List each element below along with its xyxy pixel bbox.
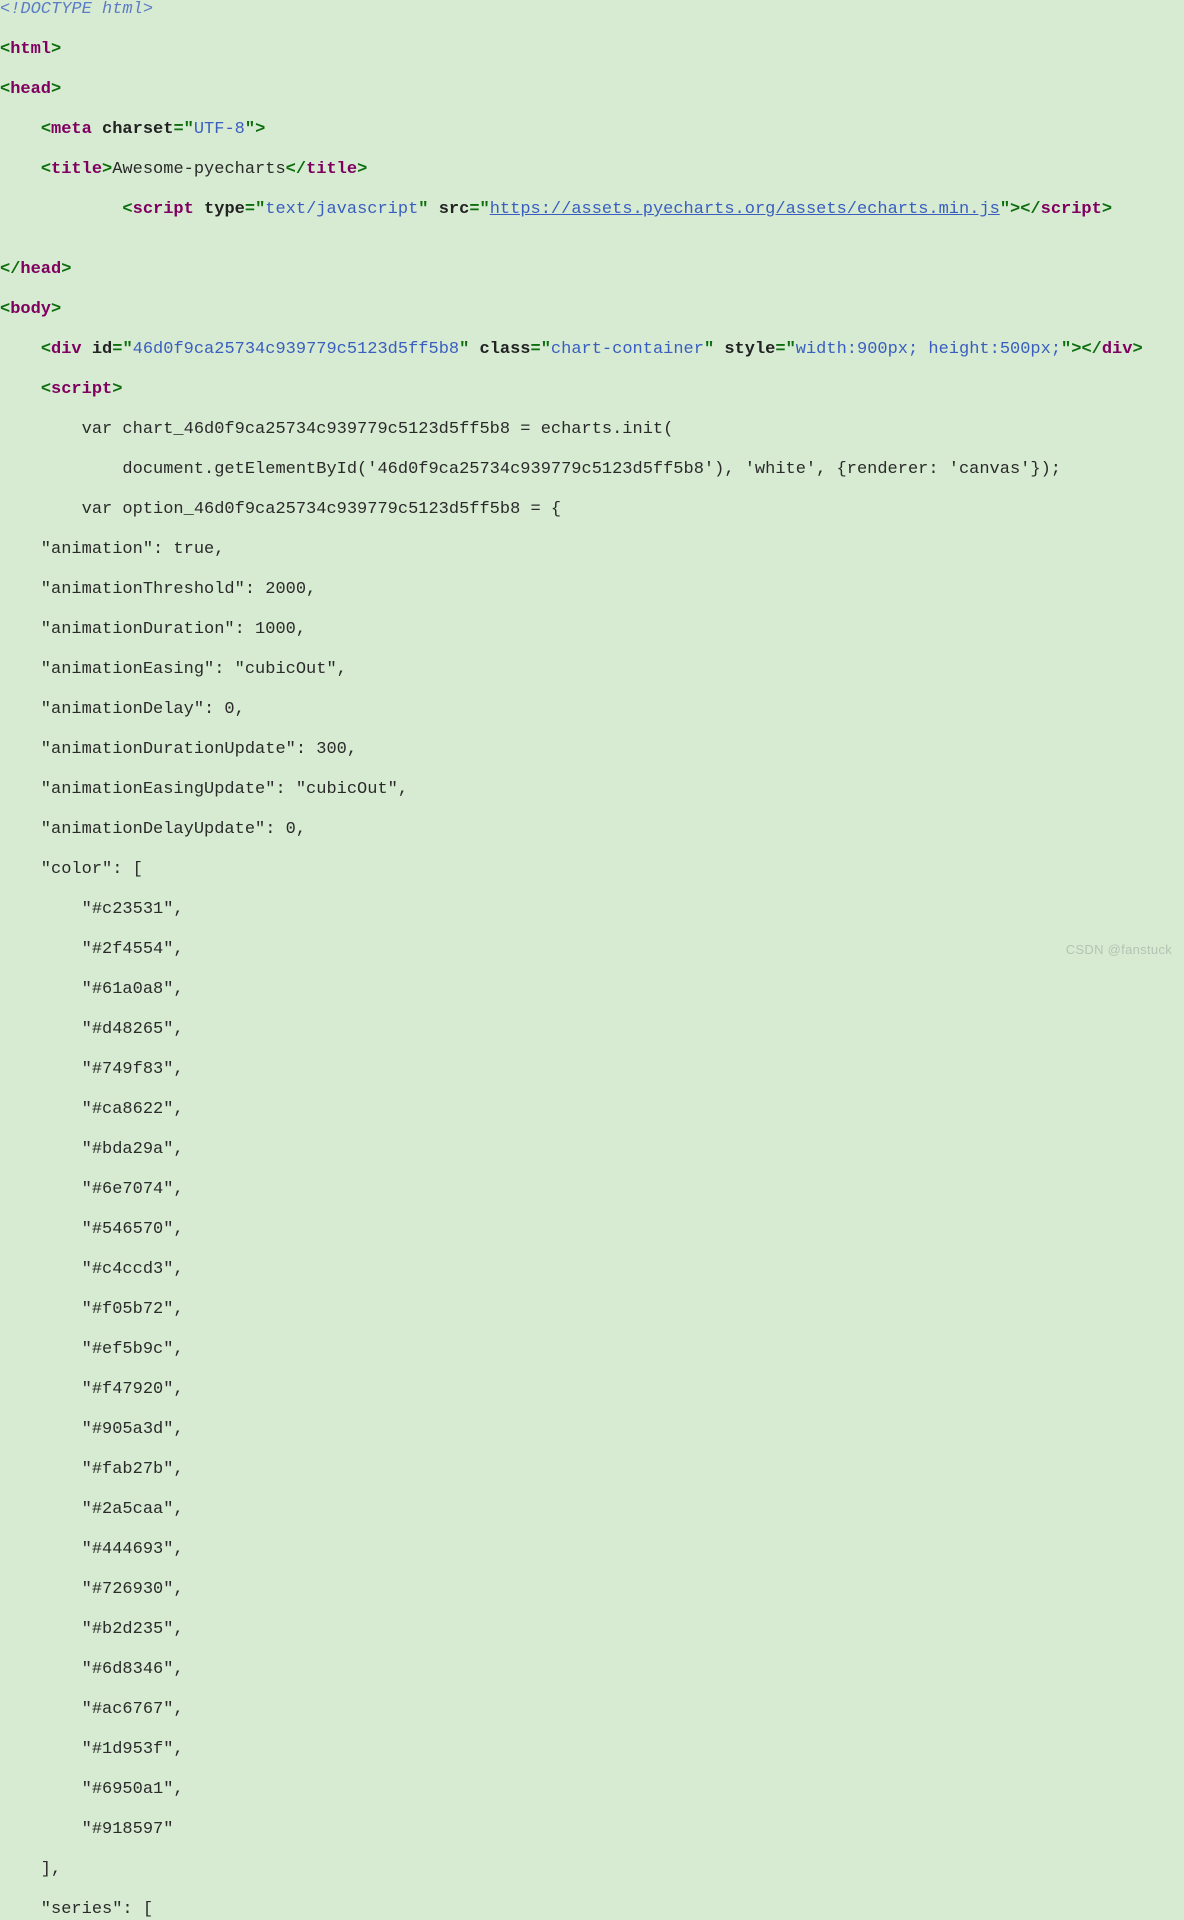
code-block: <!DOCTYPE html> <html> <head> <meta char… — [0, 0, 1184, 1920]
